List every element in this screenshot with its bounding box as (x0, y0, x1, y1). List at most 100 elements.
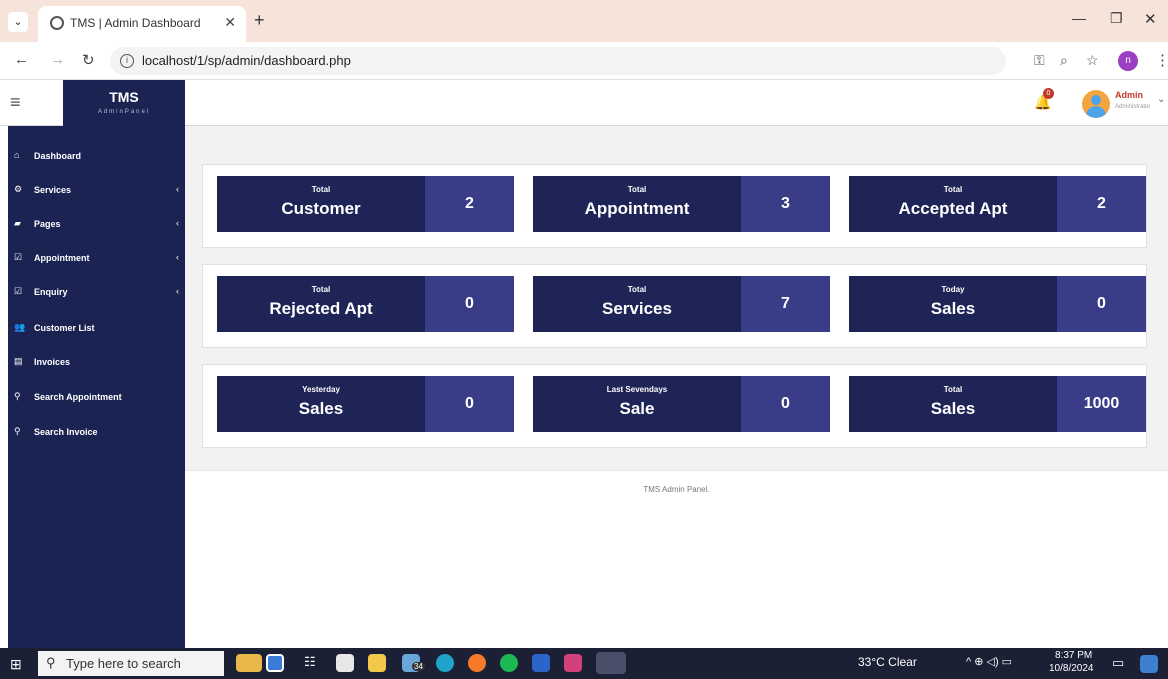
stat-card-last-seven-days-sale[interactable]: Last Sevendays Sale 0 (533, 376, 830, 432)
stat-card-caption: Total (943, 385, 963, 394)
search-icon: ⚲ (14, 426, 21, 436)
stat-card-label: Total Rejected Apt (217, 276, 425, 332)
chrome-icon[interactable] (596, 652, 626, 674)
windows-start-icon[interactable]: ⊞ (10, 656, 22, 673)
site-info-icon[interactable]: i (120, 54, 134, 68)
reload-icon[interactable]: ↻ (82, 51, 95, 69)
task-view-icon[interactable] (266, 654, 284, 672)
hamburger-menu-icon[interactable]: ≡ (10, 92, 21, 113)
users-icon: 👥 (14, 322, 26, 332)
stat-card-caption: Today (941, 285, 965, 294)
sidebar-item-label: Invoices (34, 357, 71, 367)
sidebar-item-invoices[interactable]: ▤ Invoices (8, 346, 185, 380)
window-minimize-icon[interactable]: — (1072, 10, 1086, 26)
widgets-icon[interactable] (236, 654, 262, 672)
spotify-icon[interactable] (500, 654, 518, 672)
stat-card-total-services[interactable]: Total Services 7 (533, 276, 830, 332)
office-icon[interactable] (564, 654, 582, 672)
stat-card-today-sales[interactable]: Today Sales 0 (849, 276, 1146, 332)
sidebar-item-label: Pages (34, 219, 61, 229)
stat-card-caption: Last Sevendays (606, 385, 668, 394)
notification-badge: 0 (1043, 88, 1054, 99)
brand-logo[interactable]: TMS AdminPanel (63, 80, 185, 126)
sidebar-item-appointment[interactable]: ☑ Appointment ‹ (8, 242, 185, 276)
file-explorer-icon[interactable] (368, 654, 386, 672)
stat-card-total-sales[interactable]: Total Sales 1000 (849, 376, 1146, 432)
page-footer: TMS Admin Panel. (185, 470, 1168, 648)
search-icon: ⚲ (46, 655, 56, 670)
stat-card-value: 1000 (1057, 376, 1146, 432)
notification-center-icon[interactable]: ▭ (1112, 655, 1124, 671)
sidebar-item-pages[interactable]: ▰ Pages ‹ (8, 208, 185, 242)
sidebar-item-services[interactable]: ⚙ Services ‹ (8, 174, 185, 208)
taskbar-app-icon[interactable]: ☷ (304, 654, 322, 672)
browser-menu-icon[interactable]: ⋮ (1155, 51, 1168, 69)
back-arrow-icon[interactable]: ← (14, 51, 29, 68)
stat-card-caption: Yesterday (302, 385, 340, 394)
book-icon: ▰ (14, 218, 21, 228)
mail-icon[interactable]: 34 (402, 654, 425, 672)
word-icon[interactable] (532, 654, 550, 672)
tab-close-icon[interactable]: ✕ (224, 14, 236, 31)
stat-card-title: Sale (619, 399, 655, 418)
firefox-icon[interactable] (468, 654, 486, 672)
stats-row: Total Rejected Apt 0 Total Services 7 To… (202, 264, 1147, 348)
stat-card-value: 2 (1057, 176, 1146, 232)
bookmark-star-icon[interactable]: ☆ (1086, 52, 1099, 69)
sidebar-item-label: Services (34, 185, 72, 195)
system-tray-icons[interactable]: ^ ⊕ ◁) ▭ (966, 655, 1012, 668)
browser-tab[interactable]: TMS | Admin Dashboard ✕ (38, 6, 246, 42)
new-tab-plus-icon[interactable]: + (254, 10, 265, 31)
stat-card-label: Yesterday Sales (217, 376, 425, 432)
stat-card-title: Customer (281, 199, 361, 218)
edge-browser-icon[interactable] (436, 654, 454, 672)
stat-card-total-customer[interactable]: Total Customer 2 (217, 176, 514, 232)
chevron-left-icon: ‹ (176, 218, 179, 228)
user-name[interactable]: Admin (1115, 90, 1143, 100)
sidebar-item-dashboard[interactable]: ⌂ Dashboard (8, 140, 185, 174)
profile-avatar[interactable]: n (1118, 51, 1138, 71)
stat-card-total-rejected-apt[interactable]: Total Rejected Apt 0 (217, 276, 514, 332)
sidebar-item-customer-list[interactable]: 👥 Customer List (8, 312, 185, 346)
clock-time[interactable]: 8:37 PM (1055, 650, 1092, 661)
password-key-icon[interactable]: ⚿ (1034, 52, 1045, 69)
tab-title: TMS | Admin Dashboard (70, 16, 201, 30)
sidebar-item-label: Search Invoice (34, 427, 98, 437)
forward-arrow-icon[interactable]: → (50, 51, 65, 68)
stat-card-total-accepted-apt[interactable]: Total Accepted Apt 2 (849, 176, 1146, 232)
app-header: ≡ TMS AdminPanel 🔔 0 Admin Administrator… (0, 80, 1168, 126)
cogs-icon: ⚙ (14, 184, 23, 194)
sidebar-item-search-appointment[interactable]: ⚲ Search Appointment (8, 381, 185, 415)
user-menu-chevron-icon[interactable]: ⌄ (1157, 94, 1165, 105)
taskbar-search-box[interactable]: ⚲ Type here to search (38, 651, 224, 676)
chat-app-icon[interactable] (1140, 655, 1158, 673)
chevron-left-icon: ‹ (176, 286, 179, 296)
calculator-icon[interactable] (336, 654, 354, 672)
user-avatar[interactable] (1082, 90, 1110, 118)
window-close-icon[interactable]: ✕ (1144, 10, 1157, 28)
stat-card-title: Sales (930, 399, 976, 418)
window-restore-icon[interactable]: ❐ (1110, 10, 1123, 27)
sidebar-item-label: Dashboard (34, 151, 82, 161)
clock-date[interactable]: 10/8/2024 (1049, 663, 1094, 674)
sidebar-item-search-invoice[interactable]: ⚲ Search Invoice (8, 416, 185, 450)
sidebar-item-enquiry[interactable]: ☑ Enquiry ‹ (8, 276, 185, 310)
address-bar[interactable]: i localhost/1/sp/admin/dashboard.php (110, 47, 1006, 75)
stat-card-caption: Total (627, 185, 647, 194)
stats-row: Yesterday Sales 0 Last Sevendays Sale 0 … (202, 364, 1147, 448)
stat-card-value: 0 (1057, 276, 1146, 332)
tab-search-chevron-icon[interactable]: ⌄ (8, 12, 28, 32)
weather-widget[interactable]: 33°C Clear (858, 655, 917, 669)
stat-card-label: Total Services (533, 276, 741, 332)
globe-icon (50, 16, 64, 30)
stat-card-total-appointment[interactable]: Total Appointment 3 (533, 176, 830, 232)
url-text: localhost/1/sp/admin/dashboard.php (142, 53, 351, 68)
chevron-left-icon: ‹ (176, 184, 179, 194)
zoom-icon[interactable]: ⌕ (1060, 52, 1068, 69)
stat-card-title: Sales (298, 399, 344, 418)
sidebar-item-label: Appointment (34, 253, 90, 263)
stat-card-title: Rejected Apt (269, 299, 373, 318)
taskbar-search-placeholder: Type here to search (66, 656, 181, 671)
stat-card-yesterday-sales[interactable]: Yesterday Sales 0 (217, 376, 514, 432)
file-icon: ▤ (14, 356, 23, 366)
